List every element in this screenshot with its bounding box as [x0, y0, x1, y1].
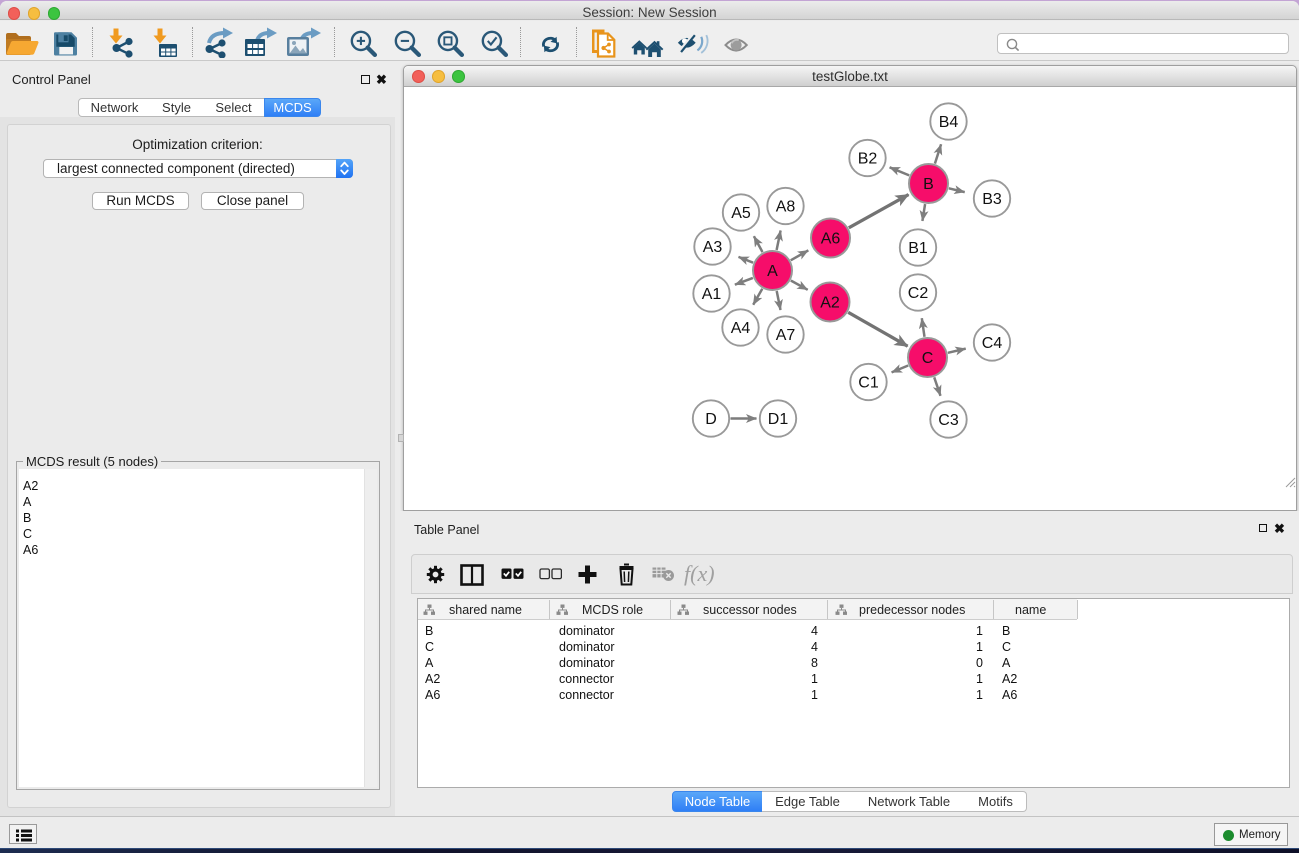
svg-text:A: A — [767, 263, 778, 280]
svg-text:B3: B3 — [982, 191, 1002, 208]
svg-text:A4: A4 — [731, 320, 751, 337]
svg-text:D1: D1 — [768, 411, 789, 428]
svg-text:C1: C1 — [858, 375, 879, 392]
svg-text:A1: A1 — [702, 286, 722, 303]
svg-text:B: B — [923, 176, 934, 193]
svg-text:B4: B4 — [939, 114, 959, 131]
svg-text:A2: A2 — [820, 295, 840, 312]
svg-text:C2: C2 — [908, 285, 929, 302]
svg-text:C3: C3 — [938, 412, 959, 429]
svg-text:A7: A7 — [776, 327, 796, 344]
svg-text:A6: A6 — [821, 231, 841, 248]
svg-text:A8: A8 — [776, 199, 796, 216]
svg-text:C: C — [922, 350, 934, 367]
svg-text:A3: A3 — [703, 239, 723, 256]
svg-text:B2: B2 — [858, 151, 878, 168]
svg-text:A5: A5 — [731, 205, 751, 222]
svg-text:C4: C4 — [982, 335, 1003, 352]
svg-text:B1: B1 — [908, 240, 928, 257]
svg-text:D: D — [705, 411, 717, 428]
